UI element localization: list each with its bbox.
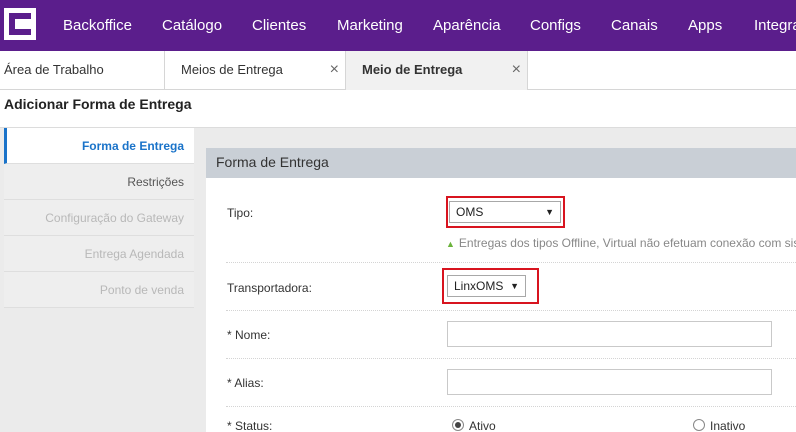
status-active-label: Ativo	[469, 419, 496, 432]
dropdown-arrow-icon: ▼	[545, 207, 554, 217]
tab-label: Meio de Entrega	[362, 62, 463, 77]
tipo-selected-value: OMS	[456, 205, 484, 219]
tab-label: Meios de Entrega	[181, 62, 283, 77]
sidebar: Forma de Entrega Restrições Configuração…	[4, 128, 194, 308]
app-logo[interactable]	[4, 8, 36, 40]
tipo-hint: ▲ Entregas dos tipos Offline, Virtual não…	[446, 236, 796, 250]
transportadora-label: Transportadora:	[227, 281, 312, 295]
close-icon[interactable]: ×	[512, 51, 521, 89]
close-icon[interactable]: ×	[330, 51, 339, 89]
sidebar-item-restricoes[interactable]: Restrições	[4, 164, 194, 200]
nav-item-canais[interactable]: Canais	[611, 0, 658, 51]
nav-item-apps[interactable]: Apps	[688, 0, 722, 51]
alias-label: * Alias:	[227, 376, 264, 390]
sidebar-item-configuracao-gateway: Configuração do Gateway	[4, 200, 194, 236]
sidebar-item-ponto-de-venda: Ponto de venda	[4, 272, 194, 308]
transportadora-select[interactable]: LinxOMS ▼	[447, 275, 526, 297]
status-inactive-label: Inativo	[710, 419, 746, 432]
page-title: Adicionar Forma de Entrega	[4, 96, 192, 112]
nav-item-aparencia[interactable]: Aparência	[433, 0, 501, 51]
tipo-hint-text: Entregas dos tipos Offline, Virtual não …	[458, 236, 796, 250]
nav-item-clientes[interactable]: Clientes	[252, 0, 306, 51]
radio-selected-dot	[455, 422, 461, 428]
row-divider	[226, 406, 796, 407]
sidebar-item-forma-de-entrega[interactable]: Forma de Entrega	[4, 128, 194, 164]
tab-meio-de-entrega[interactable]: Meio de Entrega ×	[346, 51, 528, 90]
sidebar-item-entrega-agendada: Entrega Agendada	[4, 236, 194, 272]
nav-item-backoffice[interactable]: Backoffice	[63, 0, 132, 51]
caret-up-icon: ▲	[446, 239, 455, 249]
nav-item-marketing[interactable]: Marketing	[337, 0, 403, 51]
tab-area-de-trabalho[interactable]: Área de Trabalho	[0, 51, 165, 90]
status-inactive-radio[interactable]	[693, 419, 705, 431]
tipo-label: Tipo:	[227, 206, 254, 220]
panel-title: Forma de Entrega	[216, 154, 329, 170]
dropdown-arrow-icon: ▼	[510, 281, 519, 291]
row-divider	[226, 310, 796, 311]
tab-label: Área de Trabalho	[4, 62, 104, 77]
form-panel: Forma de Entrega Tipo: OMS ▼ ▲ Entregas d…	[206, 148, 796, 432]
status-label: * Status:	[227, 419, 273, 432]
panel-header: Forma de Entrega	[206, 148, 796, 178]
transportadora-selected-value: LinxOMS	[454, 279, 504, 293]
tab-meios-de-entrega[interactable]: Meios de Entrega ×	[165, 51, 346, 90]
row-divider	[226, 358, 796, 359]
status-active-radio[interactable]	[452, 419, 464, 431]
nav-item-configs[interactable]: Configs	[530, 0, 581, 51]
row-divider	[226, 262, 796, 263]
logo-mark-cut	[15, 19, 36, 29]
nav-item-integra[interactable]: Integra	[754, 0, 796, 51]
tipo-select[interactable]: OMS ▼	[449, 201, 561, 223]
tab-bar: Área de Trabalho Meios de Entrega × Meio…	[0, 51, 796, 90]
alias-input[interactable]	[447, 369, 772, 395]
nav-item-catalogo[interactable]: Catálogo	[162, 0, 222, 51]
top-navbar: Backoffice Catálogo Clientes Marketing A…	[0, 0, 796, 51]
nome-input[interactable]	[447, 321, 772, 347]
nome-label: * Nome:	[227, 328, 271, 342]
